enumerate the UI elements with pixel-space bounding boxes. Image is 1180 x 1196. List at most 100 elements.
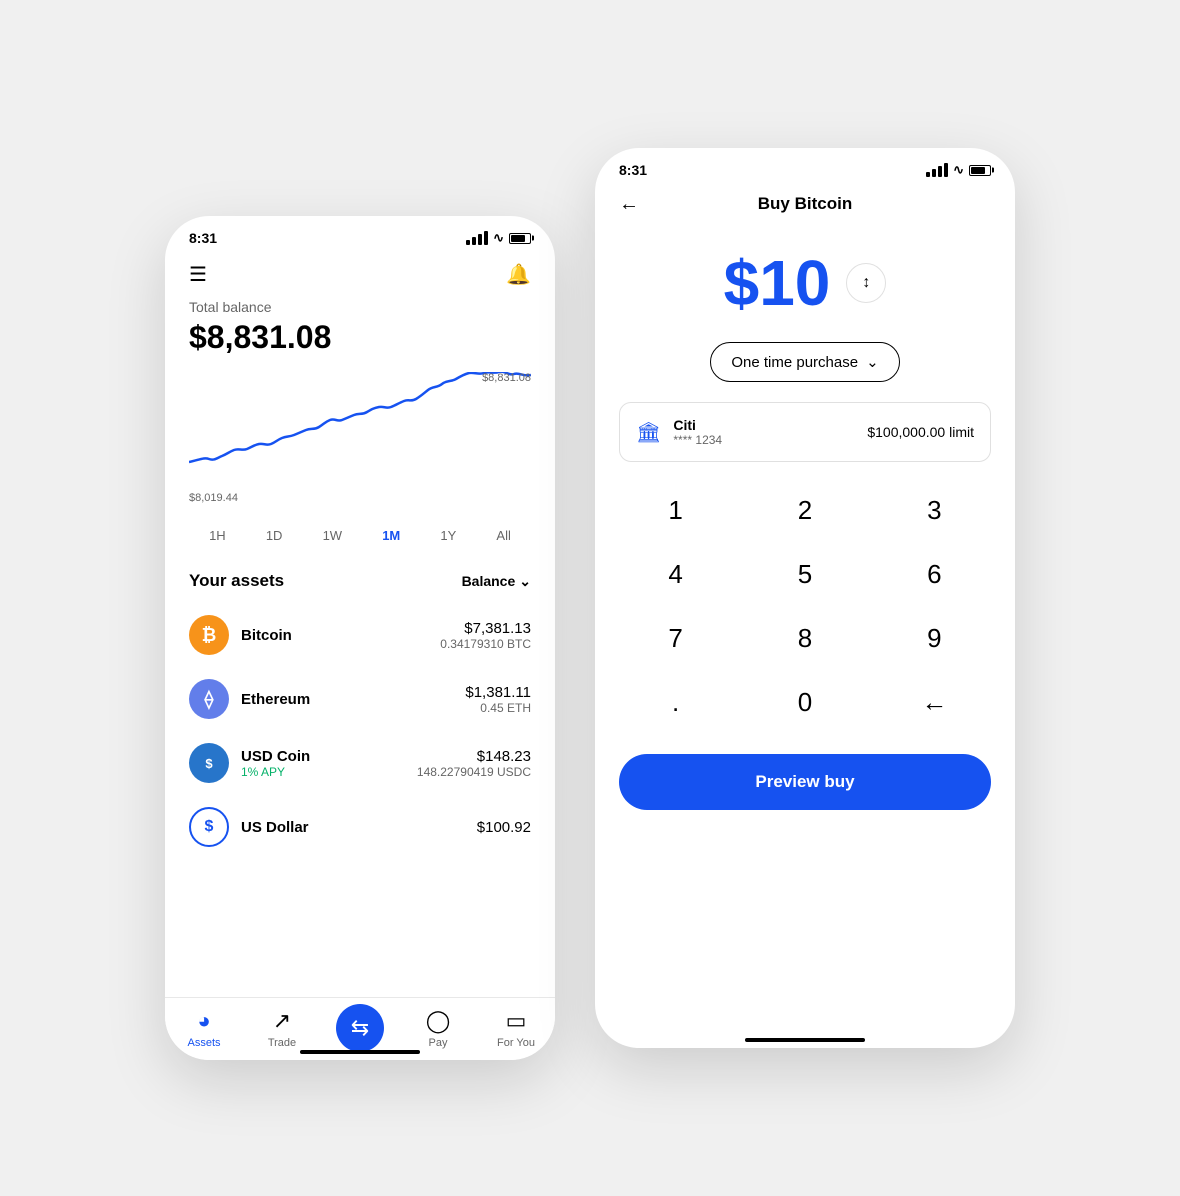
- usdc-name: USD Coin: [241, 748, 405, 765]
- filter-1h[interactable]: 1H: [203, 524, 232, 547]
- bitcoin-name: Bitcoin: [241, 627, 428, 644]
- convert-button[interactable]: ↕: [846, 263, 886, 303]
- key-4[interactable]: 4: [611, 542, 740, 606]
- right-phone: 8:31 ∿ ← Buy Bitcoin $10 ↕: [595, 148, 1015, 1048]
- key-0[interactable]: 0: [740, 670, 869, 734]
- pay-icon: ◯: [426, 1008, 451, 1034]
- purchase-type-dropdown[interactable]: One time purchase ⌄: [710, 342, 899, 382]
- nav-pay[interactable]: ◯ Pay: [408, 1008, 468, 1049]
- nav-assets-label: Assets: [187, 1037, 220, 1049]
- nav-pay-center[interactable]: ⇆: [330, 1008, 390, 1052]
- left-header: ☰ 🔔: [165, 254, 555, 299]
- key-backspace[interactable]: ←: [870, 670, 999, 734]
- signal-icon-right: [926, 163, 948, 177]
- status-icons-left: ∿: [466, 230, 531, 246]
- for-you-icon: ▭: [506, 1008, 527, 1034]
- payment-card[interactable]: 🏛 Citi **** 1234 $100,000.00 limit: [619, 402, 991, 462]
- status-bar-left: 8:31 ∿: [165, 216, 555, 254]
- amount-display: $10 ↕: [595, 226, 1015, 330]
- purchase-type-label: One time purchase: [731, 354, 858, 371]
- menu-icon[interactable]: ☰: [189, 262, 207, 287]
- asset-row-bitcoin[interactable]: ₿ Bitcoin $7,381.13 0.34179310 BTC: [165, 603, 555, 667]
- bank-icon: 🏛: [636, 420, 661, 445]
- bell-icon[interactable]: 🔔: [506, 262, 531, 287]
- screen-title: Buy Bitcoin: [619, 194, 991, 214]
- ethereum-value: $1,381.11: [465, 684, 531, 701]
- asset-row-ethereum[interactable]: ⟠ Ethereum $1,381.11 0.45 ETH: [165, 667, 555, 731]
- assets-title: Your assets: [189, 571, 284, 591]
- bitcoin-value: $7,381.13: [440, 620, 531, 637]
- asset-row-usdc[interactable]: $ USD Coin 1% APY $148.23 148.22790419 U…: [165, 731, 555, 795]
- usd-icon: $: [189, 807, 229, 847]
- numpad: 1 2 3 4 5 6 7 8 9 . 0 ←: [595, 470, 1015, 742]
- key-2[interactable]: 2: [740, 478, 869, 542]
- balance-amount: $8,831.08: [189, 319, 531, 356]
- nav-trade[interactable]: ↗ Trade: [252, 1008, 312, 1049]
- status-bar-right: 8:31 ∿: [595, 148, 1015, 186]
- home-indicator: [300, 1050, 420, 1054]
- usd-value: $100.92: [477, 819, 531, 836]
- trade-icon: ↗: [273, 1008, 291, 1034]
- scene: 8:31 ∿ ☰ 🔔 Total balance $8,83: [125, 96, 1055, 1100]
- purchase-type-section: One time purchase ⌄: [595, 330, 1015, 394]
- payment-limit: $100,000.00 limit: [867, 424, 974, 440]
- assets-icon: ◕: [197, 1008, 210, 1034]
- wifi-icon: ∿: [493, 230, 504, 246]
- battery-icon-right: [969, 165, 991, 176]
- ethereum-amount: 0.45 ETH: [465, 701, 531, 715]
- preview-btn-wrap: Preview buy: [595, 742, 1015, 830]
- time-left: 8:31: [189, 230, 217, 246]
- chart-high-label: $8,831.08: [482, 372, 531, 384]
- account-number: **** 1234: [673, 433, 855, 447]
- balance-section: Total balance $8,831.08: [165, 299, 555, 372]
- signal-icon: [466, 231, 488, 245]
- usdc-value: $148.23: [417, 748, 531, 765]
- time-filters: 1H 1D 1W 1M 1Y All: [165, 516, 555, 563]
- filter-1w[interactable]: 1W: [317, 524, 349, 547]
- home-indicator-right: [745, 1038, 865, 1042]
- key-3[interactable]: 3: [870, 478, 999, 542]
- dropdown-chevron-icon: ⌄: [866, 353, 879, 371]
- nav-pay-label: Pay: [429, 1037, 448, 1049]
- battery-icon: [509, 233, 531, 244]
- usdc-apy: 1% APY: [241, 765, 405, 779]
- wifi-icon-right: ∿: [953, 162, 964, 178]
- ethereum-name: Ethereum: [241, 691, 453, 708]
- chart-container: $8,831.08 $8,019.44: [165, 372, 555, 512]
- amount-value: $10: [724, 246, 831, 320]
- asset-row-usd[interactable]: $ US Dollar $100.92: [165, 795, 555, 859]
- key-7[interactable]: 7: [611, 606, 740, 670]
- nav-assets[interactable]: ◕ Assets: [174, 1008, 234, 1049]
- key-dot[interactable]: .: [611, 670, 740, 734]
- chart-low-label: $8,019.44: [189, 492, 238, 504]
- preview-buy-button[interactable]: Preview buy: [619, 754, 991, 810]
- status-icons-right: ∿: [926, 162, 991, 178]
- bitcoin-icon: ₿: [189, 615, 229, 655]
- filter-1d[interactable]: 1D: [260, 524, 289, 547]
- chevron-down-icon: ⌄: [519, 573, 531, 590]
- key-9[interactable]: 9: [870, 606, 999, 670]
- key-8[interactable]: 8: [740, 606, 869, 670]
- pay-center-btn[interactable]: ⇆: [336, 1004, 384, 1052]
- chart-svg: [189, 372, 531, 492]
- key-6[interactable]: 6: [870, 542, 999, 606]
- assets-header: Your assets Balance ⌄: [165, 563, 555, 603]
- balance-dropdown[interactable]: Balance ⌄: [462, 573, 531, 590]
- nav-trade-label: Trade: [268, 1037, 296, 1049]
- ethereum-icon: ⟠: [189, 679, 229, 719]
- usdc-amount: 148.22790419 USDC: [417, 765, 531, 779]
- filter-1y[interactable]: 1Y: [434, 524, 462, 547]
- buy-bitcoin-header: ← Buy Bitcoin: [595, 186, 1015, 226]
- usdc-icon: $: [189, 743, 229, 783]
- filter-1m[interactable]: 1M: [376, 524, 406, 547]
- time-right: 8:31: [619, 162, 647, 178]
- key-1[interactable]: 1: [611, 478, 740, 542]
- key-5[interactable]: 5: [740, 542, 869, 606]
- nav-for-you[interactable]: ▭ For You: [486, 1008, 546, 1049]
- filter-all[interactable]: All: [490, 524, 516, 547]
- bank-name: Citi: [673, 417, 855, 433]
- usd-name: US Dollar: [241, 819, 465, 836]
- left-phone: 8:31 ∿ ☰ 🔔 Total balance $8,83: [165, 216, 555, 1060]
- back-arrow-icon[interactable]: ←: [619, 193, 639, 216]
- bitcoin-amount: 0.34179310 BTC: [440, 637, 531, 651]
